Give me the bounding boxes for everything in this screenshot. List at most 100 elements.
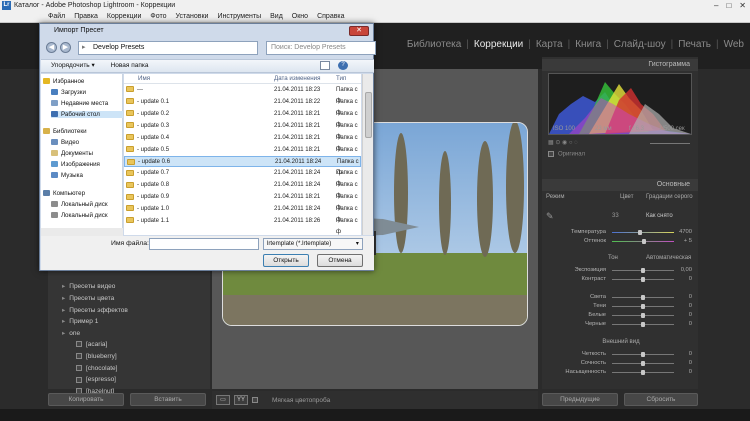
reset-button[interactable]: Сбросить xyxy=(624,393,698,406)
auto-tone-button[interactable]: Автоматическая xyxy=(646,255,691,261)
scrollbar-thumb[interactable] xyxy=(365,92,372,138)
file-row[interactable]: - update 1.0 21.04.2011 18:24 Папка с ф xyxy=(124,204,361,223)
preset-item[interactable]: [blueberry] xyxy=(76,353,117,360)
new-folder-button[interactable]: Новая папка xyxy=(111,62,149,69)
slider-knob[interactable] xyxy=(641,322,645,327)
module-tab[interactable]: Библиотека xyxy=(407,39,461,50)
basic-header[interactable]: Основные xyxy=(542,179,698,191)
path-field[interactable]: ▸ Develop Presets xyxy=(78,41,258,55)
expand-icon[interactable]: ▸ xyxy=(62,330,65,337)
menu-item[interactable]: Правка xyxy=(74,11,98,22)
tool-slider[interactable] xyxy=(650,143,690,144)
menu-item[interactable]: Файл xyxy=(48,11,65,22)
view-options-icon[interactable] xyxy=(320,61,330,70)
module-tab[interactable]: Коррекции xyxy=(474,39,523,50)
soft-proof-checkbox[interactable] xyxy=(252,397,258,403)
expand-icon[interactable]: ▸ xyxy=(62,283,65,290)
file-row[interactable]: - update 0.8 21.04.2011 18:24 Папка с ф xyxy=(124,180,361,199)
help-icon[interactable]: ? xyxy=(338,61,348,70)
back-icon[interactable]: ◀ xyxy=(46,42,57,53)
nav-item[interactable]: Рабочий стол xyxy=(51,111,123,118)
nav-item[interactable]: Недавние места xyxy=(51,100,108,107)
file-row[interactable]: - update 0.6 21.04.2011 18:24 Папка с ф xyxy=(124,156,361,176)
expand-icon[interactable]: ▸ xyxy=(62,295,65,302)
column-date[interactable]: Дата изменения xyxy=(274,74,321,84)
preset-folder[interactable]: ▸ one xyxy=(62,329,80,337)
menu-item[interactable]: Справка xyxy=(317,11,344,22)
maximize-icon[interactable]: □ xyxy=(726,0,731,11)
slider-knob[interactable] xyxy=(641,352,645,357)
file-list-scrollbar[interactable] xyxy=(362,74,373,235)
preset-folder[interactable]: ▸ Пример 1 xyxy=(62,317,98,325)
copy-button[interactable]: Копировать xyxy=(48,393,124,406)
wb-preset[interactable]: Как снято xyxy=(646,213,673,219)
module-tab[interactable]: Книга xyxy=(575,39,601,50)
nav-item[interactable]: Видео xyxy=(51,139,79,146)
slider-knob[interactable] xyxy=(641,304,645,309)
forward-icon[interactable]: ▶ xyxy=(60,42,71,53)
slider-row[interactable]: Света 0 xyxy=(550,294,692,302)
nav-item[interactable]: Библиотеки xyxy=(43,128,87,135)
slider-row[interactable]: Черные 0 xyxy=(550,321,692,329)
slider-row[interactable]: Насыщенность 0 xyxy=(550,369,692,377)
slider-row[interactable]: Экспозиция 0,00 xyxy=(550,267,692,275)
nav-item[interactable]: Избранное xyxy=(43,78,84,85)
slider-knob[interactable] xyxy=(637,230,642,235)
file-row[interactable]: - update 0.1 21.04.2011 18:22 Папка с ф xyxy=(124,97,361,116)
nav-item[interactable]: Музыка xyxy=(51,172,83,179)
expand-icon[interactable]: ▸ xyxy=(62,318,65,325)
search-input[interactable]: Поиск: Develop Presets xyxy=(266,41,376,55)
before-after-icon[interactable]: YY xyxy=(234,395,248,405)
nav-item[interactable]: Изображения xyxy=(51,161,100,168)
nav-item[interactable]: Загрузки xyxy=(51,89,86,96)
slider-row[interactable]: Контраст 0 xyxy=(550,276,692,284)
file-row[interactable]: - update 1.1 21.04.2011 18:26 Папка с ф xyxy=(124,216,361,235)
file-row[interactable]: - update 0.4 21.04.2011 18:21 Папка с ф xyxy=(124,133,361,152)
menu-item[interactable]: Установки xyxy=(176,11,209,22)
menu-item[interactable]: Вид xyxy=(270,11,283,22)
filename-input[interactable] xyxy=(149,238,259,250)
minimize-icon[interactable]: – xyxy=(714,0,718,11)
file-row[interactable]: --- 21.04.2011 18:23 Папка с ф xyxy=(124,85,361,104)
previous-button[interactable]: Предыдущие xyxy=(542,393,618,406)
preset-item[interactable]: [acaria] xyxy=(76,341,107,348)
module-tab[interactable]: Web xyxy=(724,39,744,50)
menu-item[interactable]: Фото xyxy=(150,11,166,22)
close-icon[interactable]: ✕ xyxy=(739,0,746,11)
module-tab[interactable]: Печать xyxy=(678,39,711,50)
slider-knob[interactable] xyxy=(641,313,645,318)
mode-grayscale[interactable]: Градации серого xyxy=(646,194,693,200)
histogram-header[interactable]: Гистограмма xyxy=(542,59,698,71)
slider-row[interactable]: Сочность 0 xyxy=(550,360,692,368)
slider-knob[interactable] xyxy=(642,239,647,244)
slider-knob[interactable] xyxy=(641,268,645,273)
module-tab[interactable]: Карта xyxy=(536,39,563,50)
original-toggle[interactable]: Оригинал xyxy=(548,151,585,158)
loupe-view-icon[interactable]: ▭ xyxy=(216,395,230,405)
file-row[interactable]: - update 0.3 21.04.2011 18:21 Папка с ф xyxy=(124,121,361,140)
nav-horizontal-scrollbar[interactable] xyxy=(41,228,123,236)
module-tab[interactable]: Слайд-шоу xyxy=(614,39,666,50)
eyedropper-icon[interactable]: ✎ xyxy=(546,211,554,222)
nav-item[interactable]: Компьютер xyxy=(43,190,85,197)
file-row[interactable]: - update 0.2 21.04.2011 18:21 Папка с ф xyxy=(124,109,361,128)
nav-item[interactable]: Локальный диск xyxy=(51,212,108,219)
column-name[interactable]: Имя xyxy=(138,74,150,84)
organize-button[interactable]: Упорядочить ▾ xyxy=(51,62,95,69)
right-scrollbar[interactable] xyxy=(708,69,716,389)
file-row[interactable]: - update 0.521.04.2011 18:21Папка с ф xyxy=(124,145,361,164)
cancel-button[interactable]: Отмена xyxy=(317,254,363,267)
menu-item[interactable]: Инструменты xyxy=(217,11,261,22)
slider-row[interactable]: Температура 4700 xyxy=(550,229,692,237)
preset-item[interactable]: [chocolate] xyxy=(76,365,117,372)
crop-icon[interactable]: ▦ ⊙ ◉ ○ ◌ xyxy=(548,140,578,146)
nav-item[interactable]: Документы xyxy=(51,150,93,157)
slider-knob[interactable] xyxy=(641,370,645,375)
filetype-select[interactable]: lrtemplate (*.lrtemplate) ▾ xyxy=(263,238,363,250)
nav-item[interactable]: Локальный диск xyxy=(51,201,108,208)
slider-row[interactable]: Белые 0 xyxy=(550,312,692,320)
slider-row[interactable]: Тени 0 xyxy=(550,303,692,311)
preset-item[interactable]: [espresso] xyxy=(76,376,116,383)
expand-icon[interactable]: ▸ xyxy=(62,307,65,314)
preset-folder[interactable]: ▸ Пресеты эффектов xyxy=(62,306,128,314)
